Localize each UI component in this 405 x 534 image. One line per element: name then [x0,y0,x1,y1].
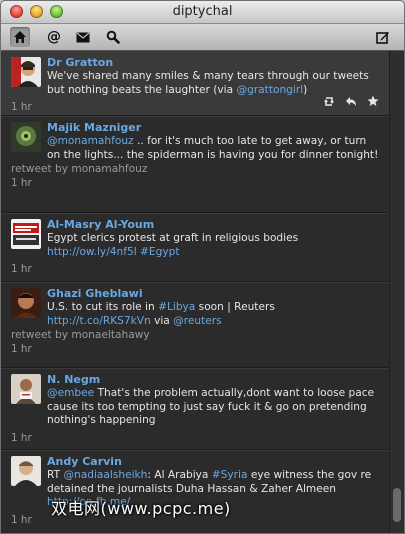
tweet-item[interactable]: N. Negm @embee That's the problem actual… [1,368,389,450]
mention-link[interactable]: @reuters [173,315,222,327]
home-button[interactable] [10,27,30,47]
search-button[interactable] [103,27,123,47]
text-segment: via [150,314,174,327]
compose-button[interactable] [373,27,393,47]
tweet-item[interactable]: Andy Carvin RT @nadiaalsheikh: Al Arabiy… [1,450,389,533]
text-segment: soon | Reuters [195,301,275,313]
envelope-icon [76,32,90,43]
tweet-item[interactable]: Dr Gratton We've shared many smiles & ma… [1,51,389,116]
tweet-item[interactable]: Ghazi Gheblawi U.S. to cut its role in #… [1,282,389,368]
tweet-author[interactable]: N. Negm [47,373,379,387]
mention-link[interactable]: @grattongirl [237,84,304,96]
tweet-text: @monamahfouz .. for it's much too late t… [47,135,379,162]
tweet-text: U.S. to cut its role in #Libya soon | Re… [47,301,379,328]
tweet-time[interactable]: 1 hr [11,342,379,356]
direct-messages-button[interactable] [73,27,93,47]
avatar[interactable] [11,374,41,404]
window-title: diptychal [172,4,233,19]
tweet-text: @embee That's the problem actually,dont … [47,387,379,428]
avatar[interactable] [11,219,41,249]
tweet-item[interactable]: Al-Masry Al-Youm Egypt clerics protest a… [1,213,389,282]
text-segment: U.S. to cut its role in [47,301,159,313]
text-segment: That's the problem actually,dont want to… [47,387,375,426]
retweet-attribution: retweet by monaeltahawy [11,329,150,341]
compose-icon [376,30,390,44]
text-segment: Egypt clerics protest at graft in religi… [47,232,299,244]
tweet-author[interactable]: Ghazi Gheblawi [47,287,379,301]
tweet-author[interactable]: Al-Masry Al-Youm [47,218,379,232]
tweet-time[interactable]: 1 hr [11,431,379,445]
mentions-button[interactable]: @ [44,27,64,47]
mention-link[interactable]: @nadiaalsheikh [63,469,147,481]
scrollbar-thumb[interactable] [393,488,401,522]
watermark-text: 双电网(www.pcpc.me) [51,499,231,518]
hashtag-link[interactable]: #Egypt [140,246,179,258]
url-link[interactable]: http://t.co/RKS7kVn [47,315,151,327]
url-link[interactable]: http://ow.ly/4nf5l [47,246,137,258]
app-window: diptychal @ Dr Gratton We've shared many… [0,0,405,534]
mention-link[interactable]: @embee [47,387,94,399]
hashtag-link[interactable]: #Libya [158,301,195,313]
mention-link[interactable]: @monamahfouz [47,135,134,147]
avatar[interactable] [11,122,41,152]
tweet-actions [323,92,379,111]
toolbar: @ [1,24,404,51]
text-segment: : Al Arabiya [147,469,212,481]
retweet-attribution: retweet by monamahfouz [11,163,148,175]
tweet-author[interactable]: Andy Carvin [47,455,379,469]
text-segment: We've shared many smiles & many tears th… [47,70,369,96]
avatar[interactable] [11,57,41,87]
tweet-time[interactable]: 1 hr [11,176,379,190]
retweet-icon[interactable] [323,92,335,111]
tweet-item[interactable]: Majik Mazniger @monamahfouz .. for it's … [1,116,389,213]
title-bar[interactable]: diptychal [1,1,404,24]
timeline-scrollbar[interactable] [389,51,404,533]
tweet-time[interactable]: 1 hr [11,262,379,276]
text-segment: RT [47,469,64,481]
tweet-author[interactable]: Majik Mazniger [47,121,379,135]
tweet-text: Egypt clerics protest at graft in religi… [47,232,379,259]
at-mentions-icon: @ [47,29,61,45]
timeline[interactable]: Dr Gratton We've shared many smiles & ma… [1,51,389,533]
home-icon [13,30,27,44]
hashtag-link[interactable]: #Syria [212,469,248,481]
text-segment: ) [303,83,308,96]
reply-icon[interactable] [345,92,357,111]
favorite-star-icon[interactable] [367,92,379,111]
tweet-author[interactable]: Dr Gratton [47,56,379,70]
avatar[interactable] [11,456,41,486]
avatar[interactable] [11,288,41,318]
search-icon [106,30,120,44]
